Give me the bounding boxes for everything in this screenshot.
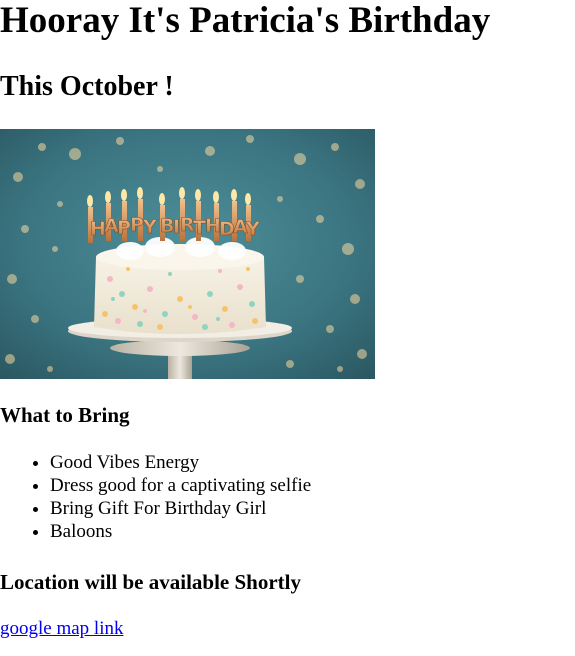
page-subtitle: This October !: [0, 71, 174, 102]
page-title: Hooray It's Patricia's Birthday: [0, 0, 491, 41]
google-map-link[interactable]: google map link: [0, 617, 123, 641]
list-item: Good Vibes Energy: [50, 451, 311, 474]
cake-letter: Y: [245, 218, 260, 240]
cake-letter: P: [117, 217, 131, 239]
birthday-cake-image: H A P P Y B I R T H D A Y: [0, 129, 375, 379]
what-to-bring-heading: What to Bring: [0, 403, 130, 427]
location-heading: Location will be available Shortly: [0, 570, 302, 594]
bring-list: Good Vibes Energy Dress good for a capti…: [0, 451, 311, 543]
list-item: Baloons: [50, 520, 311, 543]
page: Hooray It's Patricia's Birthday This Oct…: [0, 0, 575, 656]
cake-letter: P: [130, 214, 144, 236]
list-item: Bring Gift For Birthday Girl: [50, 497, 311, 520]
cake-letter: Y: [142, 216, 157, 238]
list-item: Dress good for a captivating selfie: [50, 474, 311, 497]
